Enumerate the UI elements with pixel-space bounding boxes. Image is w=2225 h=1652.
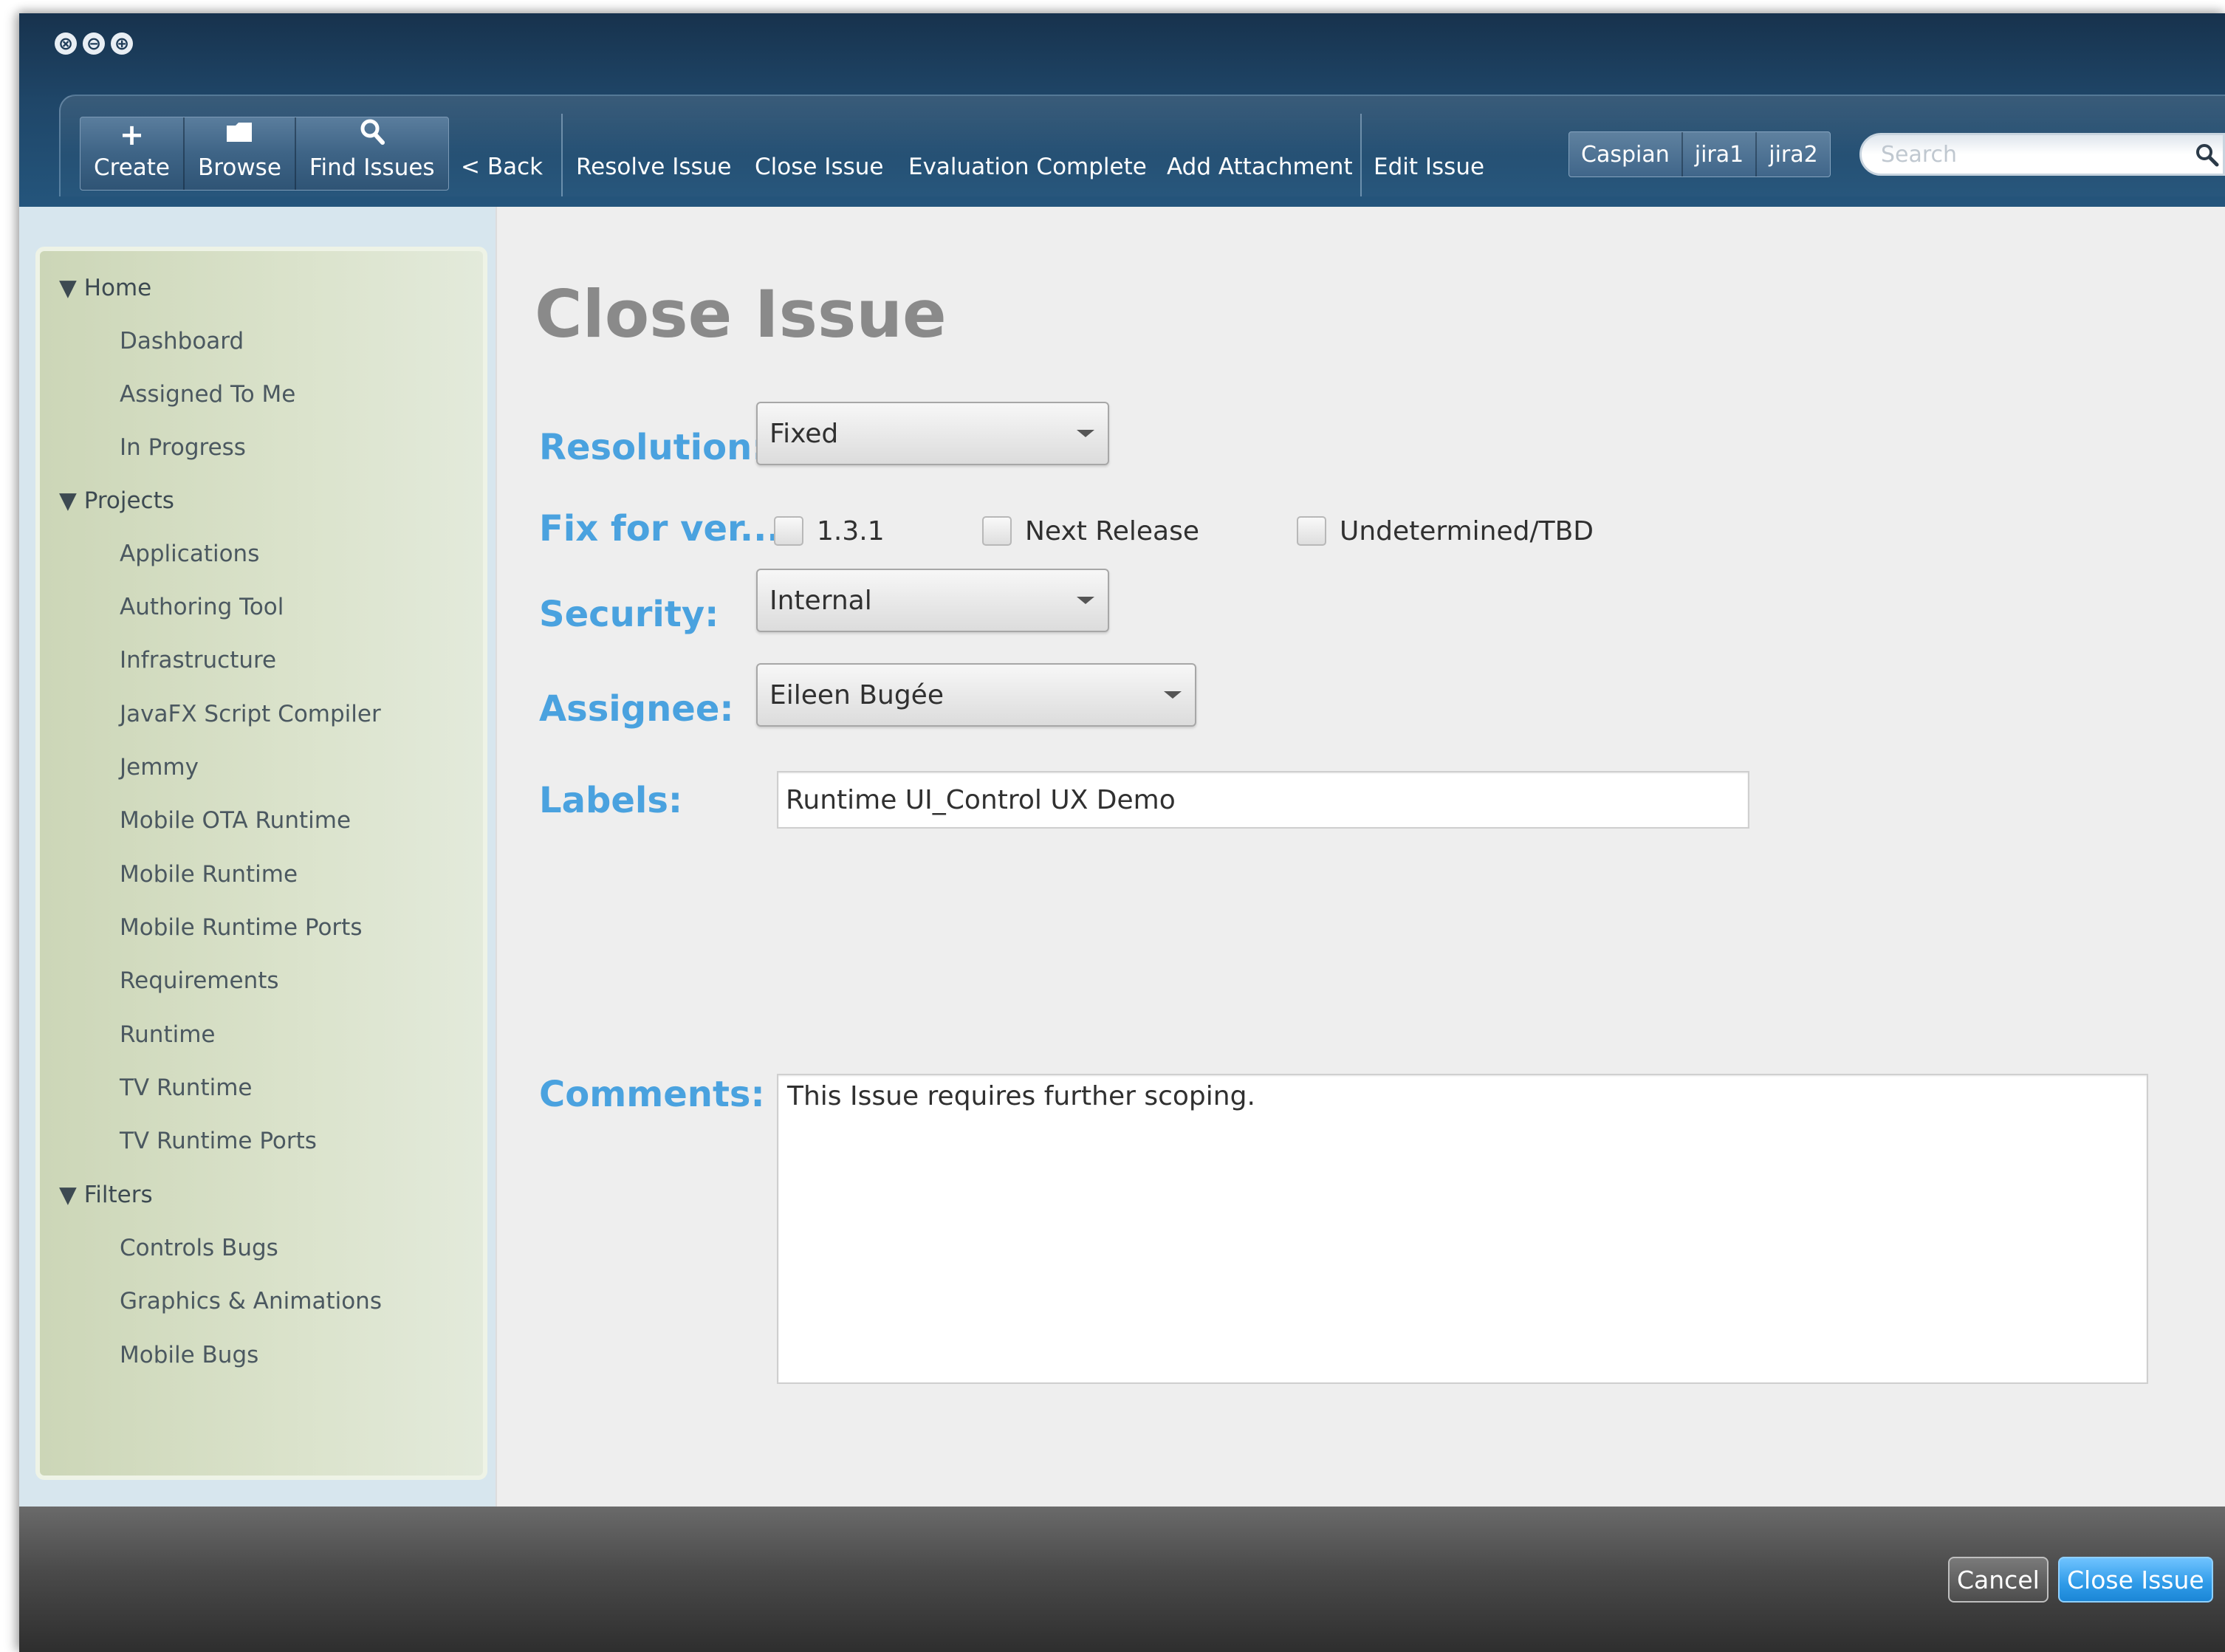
close-window-icon[interactable]: ⊗	[55, 32, 77, 55]
sidebar-item-javafx-script-compiler[interactable]: JavaFX Script Compiler	[120, 701, 381, 727]
search-box	[1859, 133, 2225, 176]
checkbox-label: 1.3.1	[817, 515, 885, 546]
sidebar-section-projects[interactable]: ▼ Projects	[59, 487, 174, 514]
resolution-value: Fixed	[769, 418, 839, 449]
sidebar-item-tv-runtime-ports[interactable]: TV Runtime Ports	[120, 1128, 317, 1154]
back-button[interactable]: < Back	[461, 154, 543, 180]
resolution-dropdown[interactable]: Fixed	[756, 402, 1109, 465]
sidebar-item-jemmy[interactable]: Jemmy	[120, 754, 199, 781]
edit-issue-button[interactable]: Edit Issue	[1374, 154, 1484, 180]
sidebar-item-applications[interactable]: Applications	[120, 541, 259, 567]
browse-label: Browse	[198, 154, 281, 181]
sidebar-item-assigned-to-me[interactable]: Assigned To Me	[120, 381, 295, 408]
create-label: Create	[94, 154, 171, 181]
comments-textarea[interactable]: This Issue requires further scoping.	[777, 1074, 2148, 1384]
sidebar-item-mobile-runtime[interactable]: Mobile Runtime	[120, 861, 298, 888]
minimize-window-icon[interactable]: ⊖	[83, 32, 105, 55]
server-jira2[interactable]: jira2	[1757, 132, 1829, 176]
checkbox[interactable]	[1297, 516, 1326, 546]
browse-button[interactable]: Browse	[185, 117, 296, 190]
sidebar-item-graphics-animations[interactable]: Graphics & Animations	[120, 1288, 382, 1315]
checkbox-label: Next Release	[1025, 515, 1199, 546]
server-switcher: Caspian jira1 jira2	[1569, 131, 1831, 177]
sidebar-item-authoring-tool[interactable]: Authoring Tool	[120, 594, 284, 620]
fix-for-version-label: Fix for ver...	[539, 508, 781, 549]
security-dropdown[interactable]: Internal	[756, 569, 1109, 632]
fix-version-option-next-release[interactable]: Next Release	[982, 513, 1199, 549]
sidebar-item-tv-runtime[interactable]: TV Runtime	[120, 1075, 252, 1101]
server-jira1[interactable]: jira1	[1683, 132, 1758, 176]
footer-bar	[19, 1507, 2225, 1652]
checkbox[interactable]	[774, 516, 803, 546]
sidebar-item-mobile-ota-runtime[interactable]: Mobile OTA Runtime	[120, 807, 351, 834]
sidebar-item-runtime[interactable]: Runtime	[120, 1021, 215, 1048]
sidebar-item-mobile-bugs[interactable]: Mobile Bugs	[120, 1342, 258, 1368]
sidebar-item-requirements[interactable]: Requirements	[120, 967, 279, 994]
primary-toolbar-group: + Create Browse Find Issues	[80, 117, 449, 191]
server-caspian[interactable]: Caspian	[1569, 132, 1683, 176]
add-attachment-button[interactable]: Add Attachment	[1167, 154, 1353, 180]
search-icon	[359, 118, 385, 150]
app-window: ⊗ ⊖ ⊕ + Create Browse Find Issues < Back…	[19, 13, 2225, 1652]
sidebar-item-controls-bugs[interactable]: Controls Bugs	[120, 1235, 278, 1261]
sidebar-item-dashboard[interactable]: Dashboard	[120, 328, 244, 354]
assignee-dropdown[interactable]: Eileen Bugée	[756, 663, 1196, 727]
sidebar: ▼ Home Dashboard Assigned To Me In Progr…	[35, 247, 487, 1480]
fix-version-option-1-3-1[interactable]: 1.3.1	[774, 513, 885, 549]
toolbar-separator	[561, 114, 563, 196]
chevron-down-icon	[1164, 691, 1182, 699]
chevron-down-icon	[1077, 597, 1094, 604]
close-issue-toolbar-button[interactable]: Close Issue	[755, 154, 883, 180]
toolbar-area: ⊗ ⊖ ⊕ + Create Browse Find Issues < Back…	[19, 13, 2225, 207]
close-issue-button[interactable]: Close Issue	[2058, 1557, 2213, 1603]
window-controls: ⊗ ⊖ ⊕	[55, 32, 133, 58]
sidebar-item-in-progress[interactable]: In Progress	[120, 434, 246, 461]
security-label: Security:	[539, 594, 719, 635]
sidebar-item-mobile-runtime-ports[interactable]: Mobile Runtime Ports	[120, 914, 362, 941]
evaluation-complete-button[interactable]: Evaluation Complete	[908, 154, 1147, 180]
magnifier-icon[interactable]	[2193, 141, 2223, 171]
maximize-window-icon[interactable]: ⊕	[111, 32, 133, 55]
sidebar-section-filters[interactable]: ▼ Filters	[59, 1182, 153, 1208]
find-issues-label: Find Issues	[309, 154, 435, 181]
labels-label: Labels:	[539, 780, 683, 821]
find-issues-button[interactable]: Find Issues	[296, 117, 448, 190]
assignee-value: Eileen Bugée	[769, 679, 944, 710]
toolbar-separator	[1360, 114, 1362, 196]
comments-label: Comments:	[539, 1074, 765, 1115]
search-input[interactable]	[1881, 141, 2191, 168]
chevron-down-icon	[1077, 430, 1094, 437]
fix-version-option-undetermined[interactable]: Undetermined/TBD	[1297, 513, 1594, 549]
resolution-label: Resolution:	[539, 427, 767, 468]
create-button[interactable]: + Create	[80, 117, 185, 190]
plus-icon: +	[119, 118, 145, 152]
folder-icon	[225, 120, 253, 150]
assignee-label: Assignee:	[539, 688, 734, 730]
labels-input[interactable]	[777, 771, 1749, 829]
sidebar-item-infrastructure[interactable]: Infrastructure	[120, 647, 276, 674]
checkbox-label: Undetermined/TBD	[1340, 515, 1594, 546]
cancel-button[interactable]: Cancel	[1948, 1557, 2049, 1603]
resolve-issue-button[interactable]: Resolve Issue	[576, 154, 731, 180]
page-title: Close Issue	[535, 276, 947, 352]
security-value: Internal	[769, 585, 872, 616]
checkbox[interactable]	[982, 516, 1012, 546]
sidebar-section-home[interactable]: ▼ Home	[59, 275, 151, 301]
